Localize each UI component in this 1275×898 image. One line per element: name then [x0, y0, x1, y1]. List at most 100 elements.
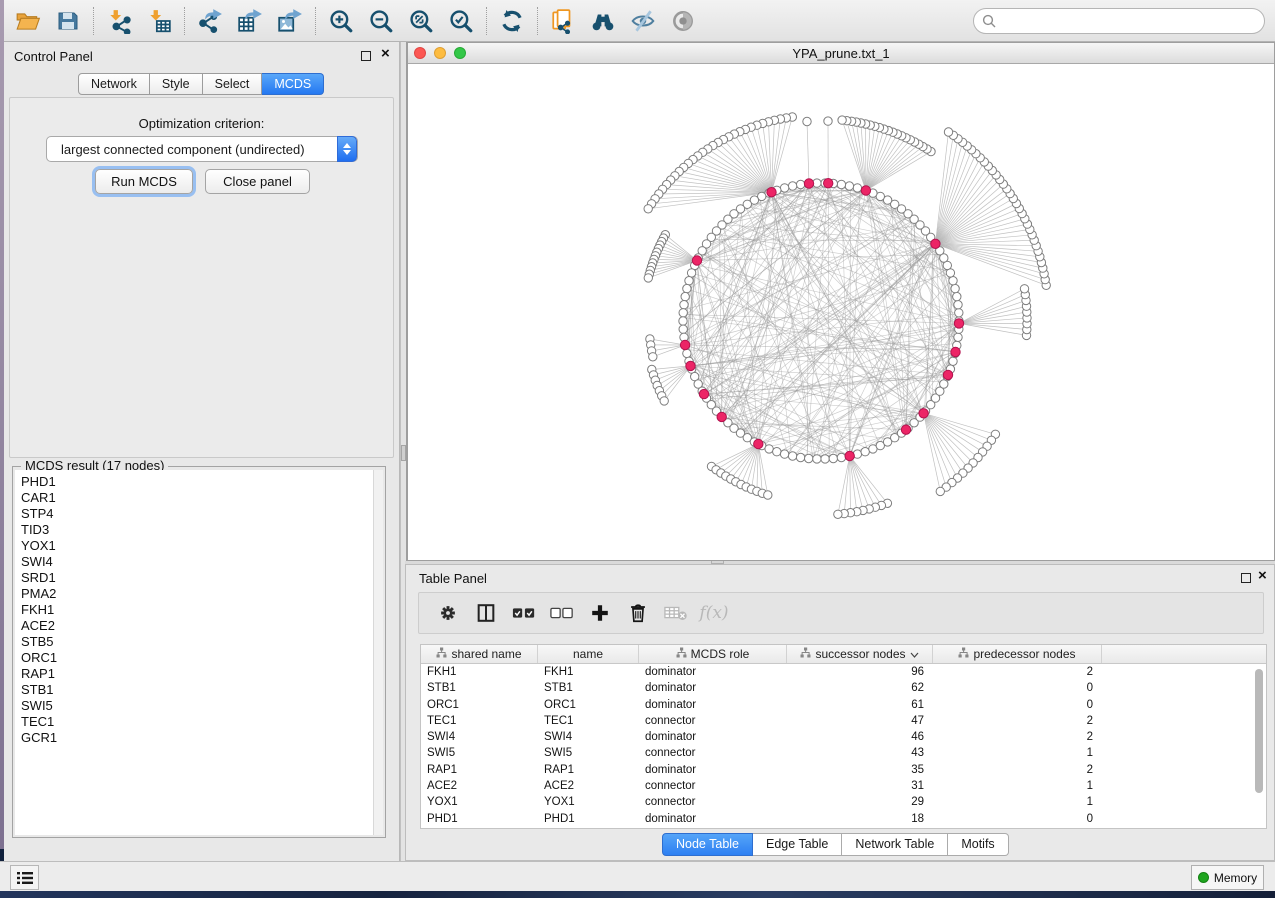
- graph-node[interactable]: [780, 450, 788, 458]
- graph-node[interactable]: [837, 453, 845, 461]
- graph-node[interactable]: [837, 180, 845, 188]
- mcds-hub-node[interactable]: [754, 439, 763, 448]
- delete-table-button[interactable]: [657, 596, 695, 630]
- graph-node[interactable]: [954, 301, 962, 309]
- mcds-hub-node[interactable]: [954, 319, 963, 328]
- graph-node[interactable]: [679, 317, 687, 325]
- graph-node[interactable]: [773, 448, 781, 456]
- float-panel-icon[interactable]: [1241, 573, 1251, 583]
- select-all-button[interactable]: [505, 596, 543, 630]
- column-header-successor-nodes[interactable]: successor nodes: [787, 645, 933, 663]
- graph-leaf-node[interactable]: [936, 487, 944, 495]
- table-row[interactable]: PHD1PHD1dominator180: [421, 811, 1266, 827]
- import-network-button[interactable]: [99, 5, 139, 37]
- graph-node[interactable]: [853, 184, 861, 192]
- graph-leaf-node[interactable]: [1020, 285, 1028, 293]
- mcds-hub-node[interactable]: [931, 239, 940, 248]
- tab-style[interactable]: Style: [150, 73, 203, 95]
- table-row[interactable]: TEC1TEC1connector472: [421, 713, 1266, 729]
- graph-node[interactable]: [949, 277, 957, 285]
- table-row[interactable]: SWI5SWI5connector431: [421, 745, 1266, 761]
- mcds-hub-node[interactable]: [824, 179, 833, 188]
- table-row[interactable]: ACE2ACE2connector311: [421, 778, 1266, 794]
- graph-leaf-node[interactable]: [644, 274, 652, 282]
- tab-network-table[interactable]: Network Table: [842, 833, 948, 856]
- mcds-result-item[interactable]: SWI5: [21, 698, 373, 714]
- graph-node[interactable]: [796, 180, 804, 188]
- graph-leaf-node[interactable]: [803, 117, 811, 125]
- export-image-button[interactable]: [270, 5, 310, 37]
- graph-node[interactable]: [680, 301, 688, 309]
- mcds-result-item[interactable]: SRD1: [21, 570, 373, 586]
- graph-node[interactable]: [949, 357, 957, 365]
- mcds-result-item[interactable]: PMA2: [21, 586, 373, 602]
- column-header-predecessor-nodes[interactable]: predecessor nodes: [933, 645, 1102, 663]
- zoom-in-button[interactable]: [321, 5, 361, 37]
- graph-node[interactable]: [765, 445, 773, 453]
- mcds-result-item[interactable]: ACE2: [21, 618, 373, 634]
- mcds-result-item[interactable]: STB5: [21, 634, 373, 650]
- table-row[interactable]: ORC1ORC1dominator610: [421, 697, 1266, 713]
- mcds-hub-node[interactable]: [845, 451, 854, 460]
- mcds-hub-node[interactable]: [717, 412, 726, 421]
- deselect-all-button[interactable]: [543, 596, 581, 630]
- graph-node[interactable]: [681, 292, 689, 300]
- mcds-result-item[interactable]: ORC1: [21, 650, 373, 666]
- graph-node[interactable]: [679, 325, 687, 333]
- mcds-hub-node[interactable]: [919, 409, 928, 418]
- graph-leaf-node[interactable]: [944, 128, 952, 136]
- graph-leaf-node[interactable]: [660, 397, 668, 405]
- network-canvas[interactable]: [408, 64, 1274, 560]
- column-header-shared-name[interactable]: shared name: [421, 645, 538, 663]
- close-panel-icon[interactable]: ×: [1258, 571, 1267, 581]
- apply-layout-button[interactable]: [492, 5, 532, 37]
- graph-node[interactable]: [687, 269, 695, 277]
- graph-node[interactable]: [788, 452, 796, 460]
- tab-node-table[interactable]: Node Table: [662, 833, 753, 856]
- table-row[interactable]: STB1STB1dominator620: [421, 680, 1266, 696]
- graph-node[interactable]: [953, 292, 961, 300]
- graph-node[interactable]: [683, 349, 691, 357]
- graph-node[interactable]: [821, 455, 829, 463]
- graph-node[interactable]: [679, 309, 687, 317]
- export-table-button[interactable]: [230, 5, 270, 37]
- mcds-result-item[interactable]: STP4: [21, 506, 373, 522]
- mcds-result-item[interactable]: YOX1: [21, 538, 373, 554]
- table-row[interactable]: YOX1YOX1connector291: [421, 794, 1266, 810]
- mcds-result-item[interactable]: TEC1: [21, 714, 373, 730]
- mcds-result-item[interactable]: STB1: [21, 682, 373, 698]
- tab-network[interactable]: Network: [78, 73, 150, 95]
- add-row-button[interactable]: [581, 596, 619, 630]
- search-input[interactable]: [973, 8, 1265, 34]
- mcds-hub-node[interactable]: [680, 340, 689, 349]
- graph-leaf-node[interactable]: [649, 353, 657, 361]
- find-button[interactable]: [583, 5, 623, 37]
- graph-node[interactable]: [829, 454, 837, 462]
- float-panel-icon[interactable]: [361, 51, 371, 61]
- show-columns-button[interactable]: [467, 596, 505, 630]
- zoom-selected-button[interactable]: [441, 5, 481, 37]
- table-options-button[interactable]: [429, 596, 467, 630]
- open-session-button[interactable]: [8, 5, 48, 37]
- graph-node[interactable]: [788, 182, 796, 190]
- graph-node[interactable]: [780, 184, 788, 192]
- save-session-button[interactable]: [48, 5, 88, 37]
- hide-unselected-button[interactable]: [623, 5, 663, 37]
- mcds-result-item[interactable]: TID3: [21, 522, 373, 538]
- mcds-result-item[interactable]: RAP1: [21, 666, 373, 682]
- mcds-result-item[interactable]: CAR1: [21, 490, 373, 506]
- graph-node[interactable]: [954, 333, 962, 341]
- mcds-result-item[interactable]: PHD1: [21, 474, 373, 490]
- memory-button[interactable]: Memory: [1191, 865, 1264, 890]
- run-mcds-button[interactable]: Run MCDS: [95, 169, 193, 194]
- tab-select[interactable]: Select: [203, 73, 263, 95]
- mcds-result-item[interactable]: FKH1: [21, 602, 373, 618]
- graph-leaf-node[interactable]: [838, 116, 846, 124]
- graph-node[interactable]: [951, 284, 959, 292]
- show-panels-menu-button[interactable]: [10, 865, 39, 890]
- mcds-hub-node[interactable]: [943, 370, 952, 379]
- tab-edge-table[interactable]: Edge Table: [753, 833, 842, 856]
- table-scrollbar-thumb[interactable]: [1255, 669, 1263, 793]
- graph-leaf-node[interactable]: [824, 117, 832, 125]
- graph-leaf-node[interactable]: [644, 205, 652, 213]
